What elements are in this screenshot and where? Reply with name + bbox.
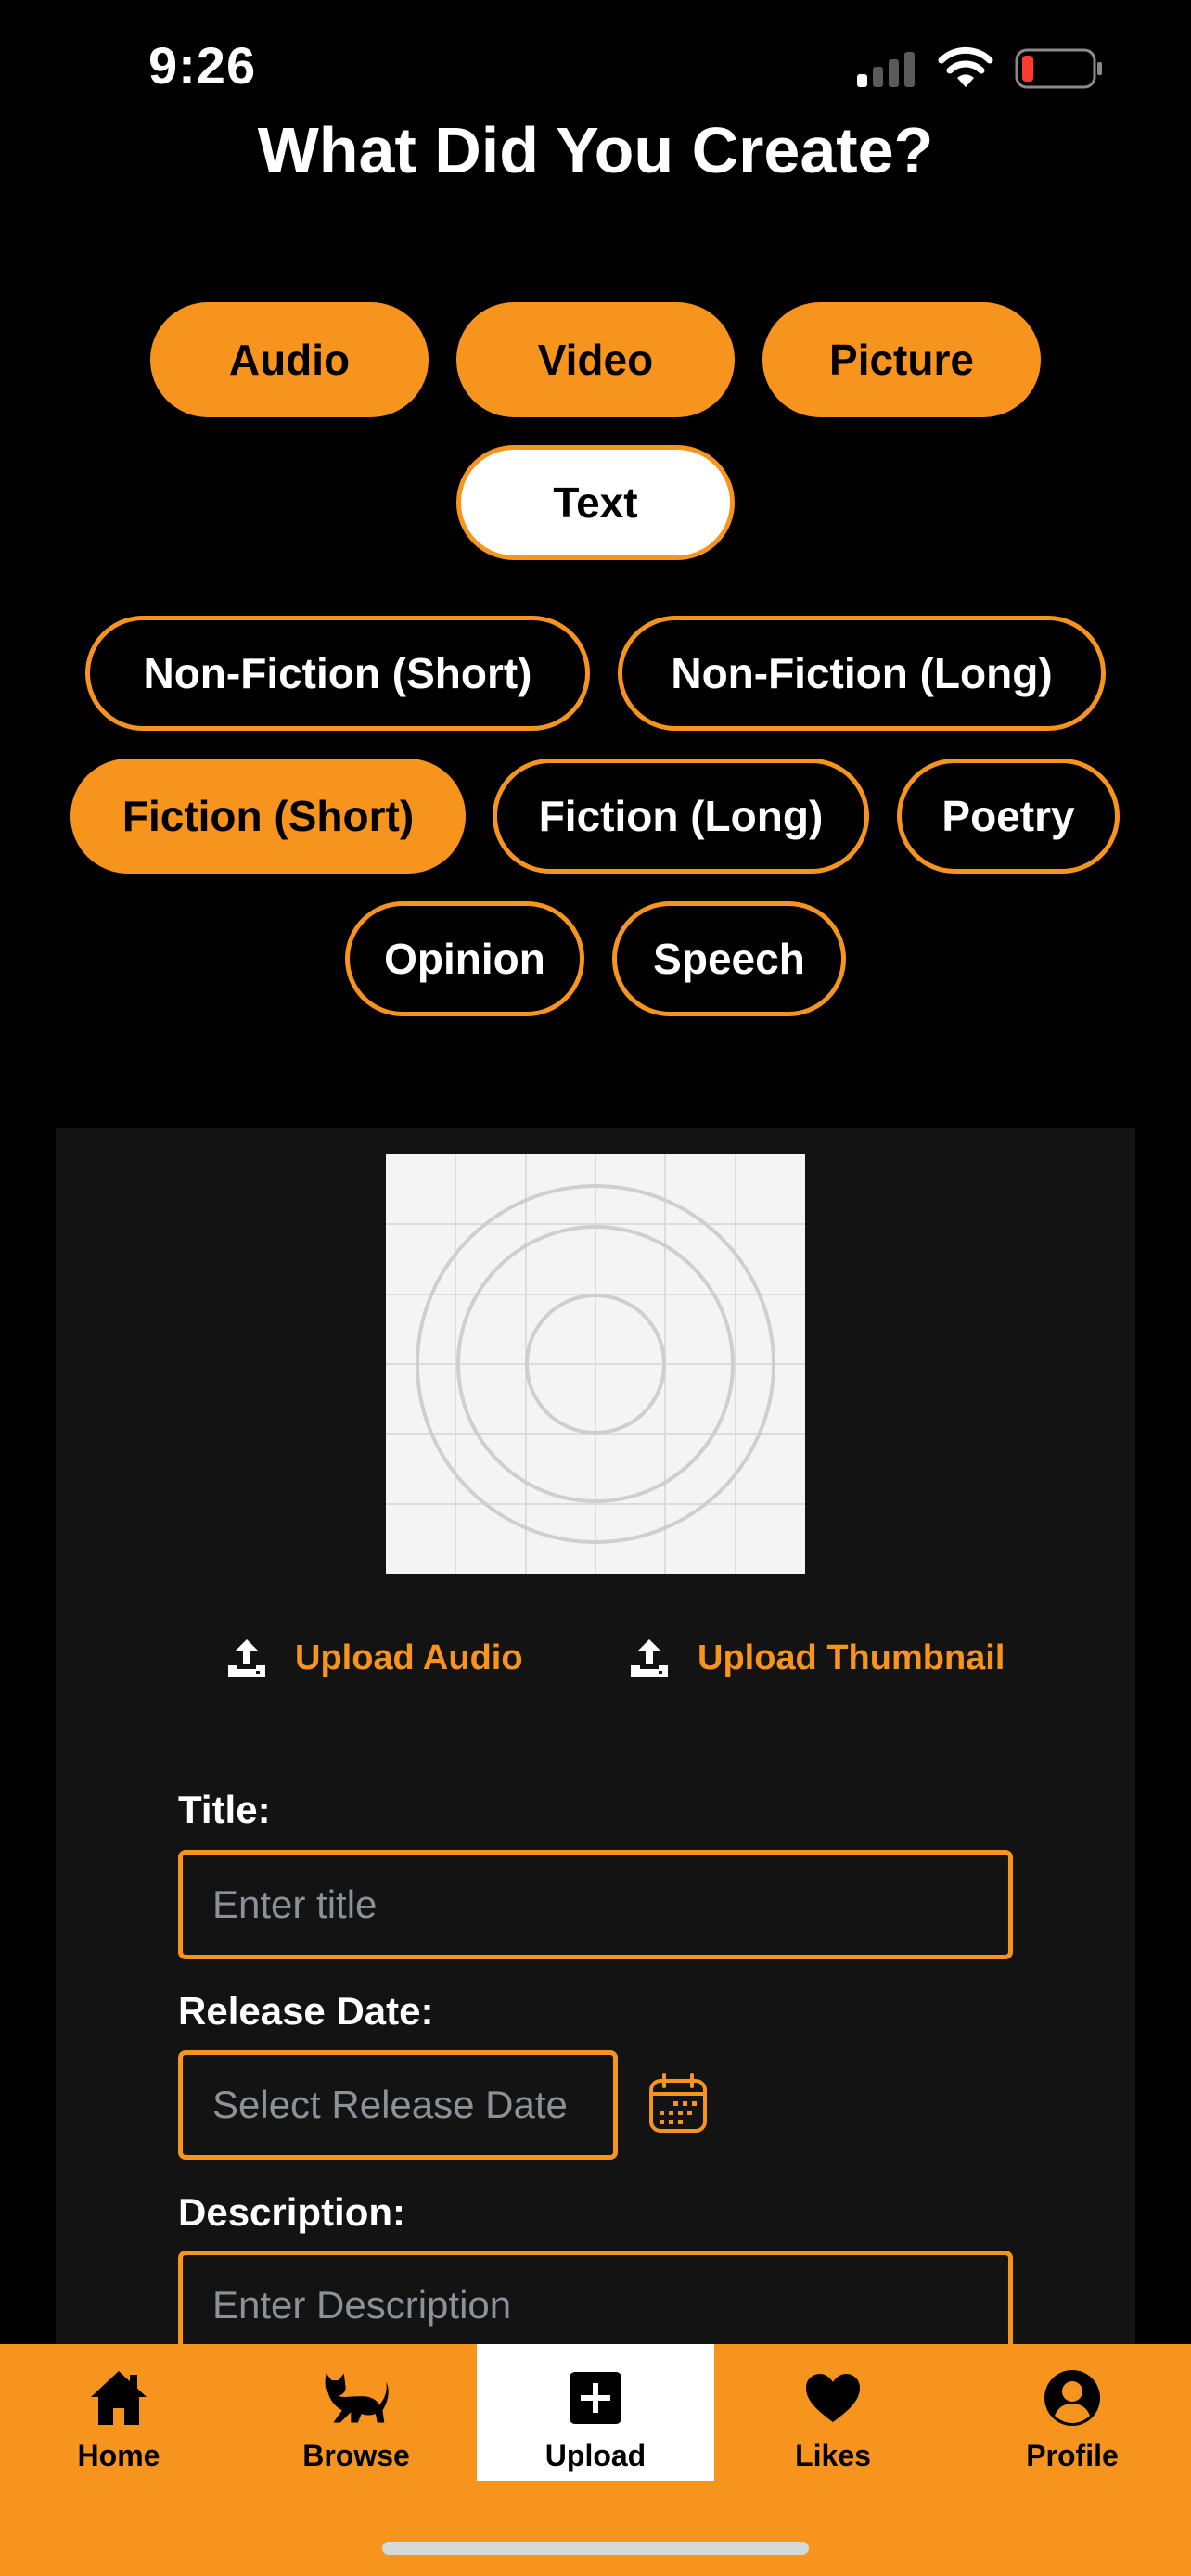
- bottom-tab-bar: Home Browse Upload Likes Profile: [0, 2344, 1191, 2576]
- tab-browse[interactable]: Browse: [237, 2344, 475, 2481]
- image-placeholder-icon: [386, 1154, 805, 1574]
- genre-speech[interactable]: Speech: [612, 901, 846, 1016]
- home-indicator: [382, 2542, 809, 2555]
- upload-thumbnail-button[interactable]: Upload Thumbnail: [629, 1630, 1005, 1686]
- media-type-audio[interactable]: Audio: [150, 302, 429, 417]
- upload-audio-button[interactable]: Upload Audio: [226, 1630, 523, 1686]
- user-circle-icon: [1039, 2365, 1106, 2431]
- tab-likes[interactable]: Likes: [714, 2344, 952, 2481]
- release-date-input[interactable]: [178, 2050, 618, 2160]
- tab-home-label: Home: [77, 2439, 160, 2472]
- upload-audio-label: Upload Audio: [295, 1638, 523, 1677]
- upload-icon: [631, 1639, 668, 1677]
- media-type-picture[interactable]: Picture: [762, 302, 1041, 417]
- heart-icon: [800, 2365, 866, 2431]
- tab-home[interactable]: Home: [0, 2344, 237, 2481]
- battery-low-icon: [1015, 48, 1102, 89]
- genre-poetry[interactable]: Poetry: [897, 759, 1120, 874]
- upload-screen: 9:26 What Did You Create? Audio Video Pi…: [0, 0, 1191, 2576]
- status-time: 9:26: [148, 36, 257, 95]
- genre-non-fiction-short[interactable]: Non-Fiction (Short): [85, 616, 590, 731]
- tab-browse-label: Browse: [302, 2439, 410, 2472]
- calendar-icon[interactable]: [647, 2073, 709, 2135]
- tab-profile-label: Profile: [1026, 2439, 1119, 2472]
- thumbnail-placeholder[interactable]: [386, 1154, 805, 1574]
- upload-thumbnail-label: Upload Thumbnail: [698, 1638, 1005, 1677]
- tab-profile[interactable]: Profile: [954, 2344, 1191, 2481]
- release-date-label: Release Date:: [178, 1989, 434, 2033]
- wifi-icon: [938, 46, 993, 87]
- plus-square-icon: [562, 2365, 629, 2431]
- page-title: What Did You Create?: [257, 114, 934, 186]
- status-bar: 9:26: [0, 0, 1191, 130]
- tab-upload[interactable]: Upload: [477, 2344, 714, 2481]
- upload-icon: [228, 1639, 265, 1677]
- genre-opinion[interactable]: Opinion: [345, 901, 584, 1016]
- tab-likes-label: Likes: [795, 2439, 871, 2472]
- title-label: Title:: [178, 1788, 271, 1831]
- media-type-video[interactable]: Video: [456, 302, 735, 417]
- genre-non-fiction-long[interactable]: Non-Fiction (Long): [618, 616, 1106, 731]
- home-icon: [85, 2365, 152, 2431]
- media-type-text[interactable]: Text: [456, 445, 735, 560]
- genre-fiction-long[interactable]: Fiction (Long): [493, 759, 869, 874]
- title-input[interactable]: [178, 1850, 1013, 1959]
- tab-upload-label: Upload: [544, 2439, 647, 2472]
- description-label: Description:: [178, 2190, 406, 2234]
- cat-icon: [323, 2365, 390, 2431]
- genre-fiction-short[interactable]: Fiction (Short): [70, 759, 466, 874]
- cellular-signal-icon: [857, 52, 915, 87]
